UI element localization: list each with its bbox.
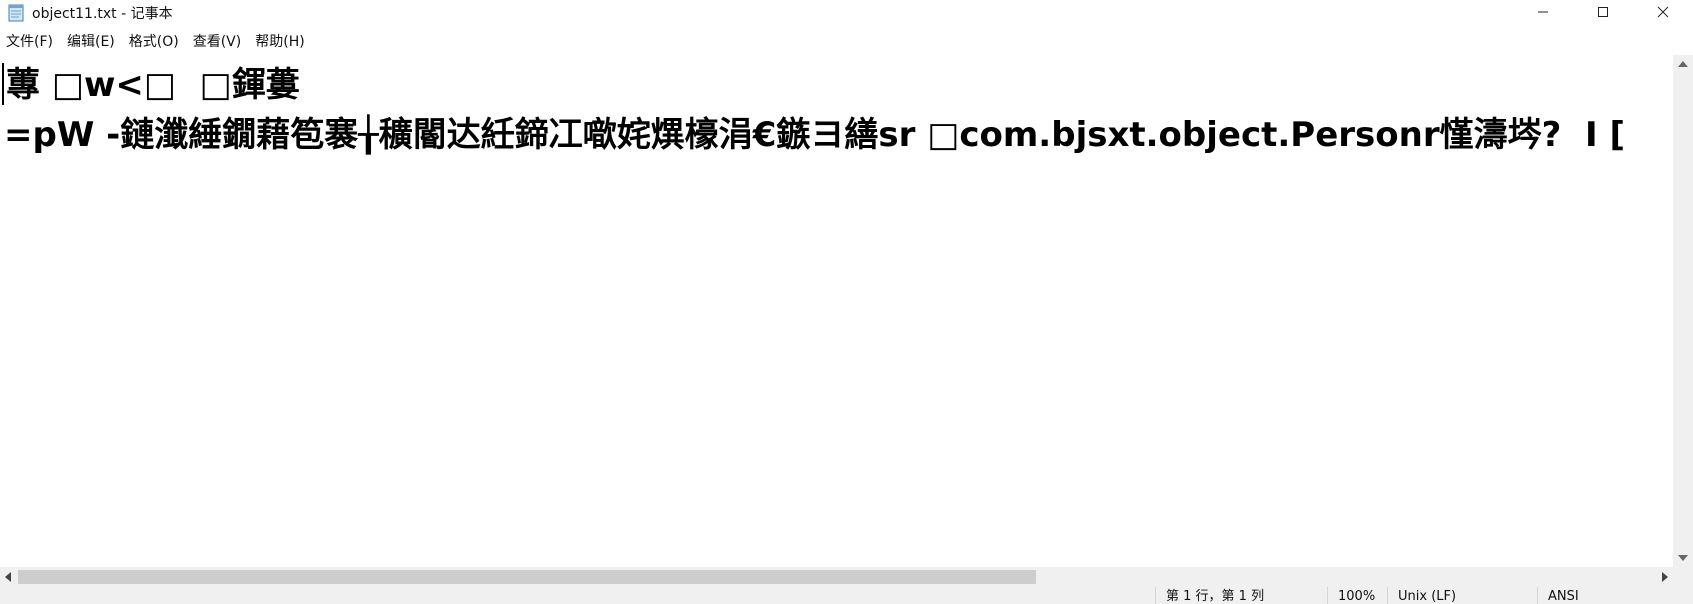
- menu-bar: 文件(F) 编辑(E) 格式(O) 查看(V) 帮助(H): [0, 30, 1693, 52]
- maximize-icon: [1598, 7, 1608, 17]
- menu-edit[interactable]: 编辑(E): [67, 31, 115, 51]
- vertical-scrollbar[interactable]: [1673, 55, 1693, 567]
- scroll-left-icon[interactable]: [5, 572, 11, 582]
- menu-help[interactable]: 帮助(H): [255, 31, 304, 51]
- status-position: 第 1 行，第 1 列: [1155, 587, 1327, 604]
- scroll-down-icon[interactable]: [1678, 555, 1688, 561]
- status-bar: 第 1 行，第 1 列 100% Unix (LF) ANSI: [0, 587, 1693, 604]
- window-title: object11.txt - 记事本: [32, 6, 173, 22]
- close-button[interactable]: [1633, 0, 1693, 24]
- close-icon: [1657, 6, 1669, 18]
- minimize-icon: [1538, 11, 1548, 13]
- status-line-ending: Unix (LF): [1387, 587, 1537, 604]
- menu-format[interactable]: 格式(O): [129, 31, 179, 51]
- minimize-button[interactable]: [1513, 0, 1573, 24]
- menu-file[interactable]: 文件(F): [6, 31, 53, 51]
- scrollbar-corner: [1673, 567, 1693, 587]
- editor-line-1: 蓴 □w<□ □鍕蔞: [6, 65, 300, 105]
- notepad-window: object11.txt - 记事本 文件(F) 编辑(E) 格式(O) 查看(…: [0, 0, 1693, 604]
- title-bar[interactable]: object11.txt - 记事本: [0, 0, 1693, 26]
- menu-view[interactable]: 查看(V): [193, 31, 242, 51]
- notepad-icon: [8, 4, 24, 22]
- text-editor[interactable]: 蓴 □w<□ □鍕蔞 =pW -鏈瀸綞鐗藉笣褰╁穬閽达紝鍗冮噷姹熼檺涓€鏃ヨ繕s…: [0, 55, 1673, 567]
- horizontal-scrollbar[interactable]: [0, 567, 1673, 587]
- scroll-up-icon[interactable]: [1678, 61, 1688, 67]
- text-caret: [2, 63, 4, 105]
- scroll-right-icon[interactable]: [1662, 572, 1668, 582]
- maximize-button[interactable]: [1573, 0, 1633, 24]
- editor-line-2: =pW -鏈瀸綞鐗藉笣褰╁穬閽达紝鍗冮噷姹熼檺涓€鏃ヨ繕sr □com.bjsx…: [4, 115, 1626, 155]
- horizontal-scroll-thumb[interactable]: [18, 570, 1036, 584]
- window-controls: [1513, 0, 1693, 24]
- status-zoom: 100%: [1327, 587, 1387, 604]
- status-encoding: ANSI: [1537, 587, 1673, 604]
